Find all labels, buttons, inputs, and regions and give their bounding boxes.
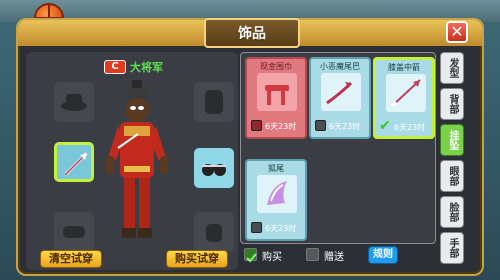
mask-silhouette-icon xyxy=(63,226,85,238)
item-time: 6天23时 xyxy=(265,122,297,131)
slot-hand[interactable] xyxy=(194,212,234,252)
item-name: 膝盖中箭 xyxy=(388,63,420,72)
item-name: 小恶魔尾巴 xyxy=(320,62,360,71)
item-name: 现金围巾 xyxy=(260,62,292,71)
fox-tail-icon xyxy=(267,181,287,205)
scarf-icon xyxy=(265,85,289,105)
dialog-title: 饰品 xyxy=(204,18,300,48)
item-card[interactable]: 狐尾 6天23时 xyxy=(245,159,307,241)
character-model xyxy=(106,80,168,238)
item-image xyxy=(321,73,361,111)
accessories-dialog: 饰品 ✕ C 大将军 清空试穿 购买试穿 现金围巾 6天23时 小恶魔尾巴 6天… xyxy=(16,18,484,276)
rank-badge: C xyxy=(104,60,126,74)
item-card[interactable]: 膝盖中箭 ✔ 6天23时 xyxy=(373,57,435,139)
gift-checkbox[interactable] xyxy=(306,248,319,261)
item-card[interactable]: 小恶魔尾巴 6天23时 xyxy=(309,57,371,139)
tab-hair[interactable]: 发型 xyxy=(440,52,464,84)
item-time: 6天23时 xyxy=(329,122,361,131)
buy-checkbox[interactable] xyxy=(244,248,257,263)
devil-tail-icon xyxy=(326,81,353,105)
check-icon xyxy=(246,253,257,263)
gift-label: 赠送 xyxy=(324,252,344,263)
item-image xyxy=(257,73,297,111)
checkmark-icon[interactable]: ✔ xyxy=(379,118,391,134)
buy-label: 购买 xyxy=(262,252,282,263)
slot-hat[interactable] xyxy=(54,82,94,122)
tab-eyes[interactable]: 眼部 xyxy=(440,160,464,192)
buy-try-on-button[interactable]: 购买试穿 xyxy=(166,250,228,268)
tab-hand[interactable]: 手部 xyxy=(440,232,464,264)
sunglasses-icon xyxy=(202,164,226,176)
clear-try-on-button[interactable]: 清空试穿 xyxy=(40,250,102,268)
item-checkbox[interactable] xyxy=(315,120,326,131)
slot-back[interactable] xyxy=(194,82,234,122)
tab-pendant[interactable]: 挂坠 xyxy=(440,124,464,156)
slot-eyes[interactable] xyxy=(194,148,234,188)
slot-face[interactable] xyxy=(54,212,94,252)
item-time: 6天23时 xyxy=(394,123,426,132)
item-time: 6天23时 xyxy=(265,224,297,233)
item-checkbox[interactable] xyxy=(251,222,262,233)
tab-back[interactable]: 背部 xyxy=(440,88,464,120)
hat-silhouette-icon xyxy=(61,94,87,111)
item-card[interactable]: 现金围巾 6天23时 xyxy=(245,57,307,139)
tab-face[interactable]: 脸部 xyxy=(440,196,464,228)
slot-pendant[interactable] xyxy=(54,142,94,182)
backpack-silhouette-icon xyxy=(205,90,223,114)
purchase-options: 购买 赠送 规则 xyxy=(244,246,434,266)
arrow-knee-icon xyxy=(390,79,421,108)
glove-silhouette-icon xyxy=(206,224,222,242)
character-name: 大将军 xyxy=(130,61,163,74)
close-button[interactable]: ✕ xyxy=(446,21,468,43)
arrow-pendant-icon xyxy=(63,151,89,177)
item-checkbox[interactable] xyxy=(251,120,262,131)
item-name: 狐尾 xyxy=(268,164,284,173)
item-image xyxy=(257,175,297,213)
item-grid: 现金围巾 6天23时 小恶魔尾巴 6天23时 膝盖中箭 ✔ 6天23时 狐尾 6… xyxy=(240,52,436,244)
character-preview-area: C 大将军 清空试穿 购买试穿 xyxy=(26,52,238,270)
rules-button[interactable]: 规则 xyxy=(368,246,398,264)
item-image xyxy=(386,74,426,112)
